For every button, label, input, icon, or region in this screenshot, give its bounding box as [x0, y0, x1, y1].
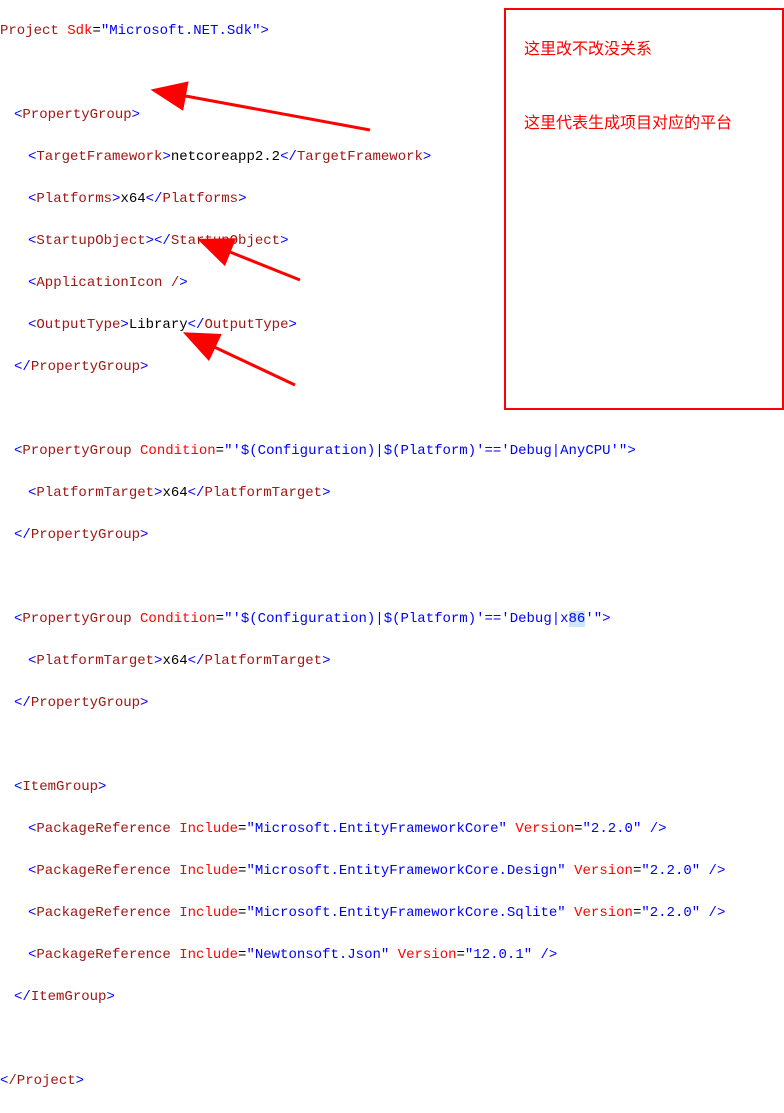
- code-line: <PlatformTarget>x64</PlatformTarget>: [0, 483, 784, 504]
- code-line: </PropertyGroup>: [0, 693, 784, 714]
- annotation-box: 这里改不改没关系 这里代表生成项目对应的平台: [504, 8, 784, 410]
- code-line: <PackageReference Include="Microsoft.Ent…: [0, 819, 784, 840]
- code-line: <PropertyGroup Condition="'$(Configurati…: [0, 441, 784, 462]
- code-line: <PlatformTarget>x64</PlatformTarget>: [0, 651, 784, 672]
- code-line: <PackageReference Include="Newtonsoft.Js…: [0, 945, 784, 966]
- code-line: </PropertyGroup>: [0, 525, 784, 546]
- annotation-text: 这里改不改没关系: [524, 38, 772, 62]
- code-line: <PropertyGroup Condition="'$(Configurati…: [0, 609, 784, 630]
- code-line: <ItemGroup>: [0, 777, 784, 798]
- code-line: </Project>: [0, 1071, 784, 1092]
- code-line: <PackageReference Include="Microsoft.Ent…: [0, 903, 784, 924]
- code-line: <PackageReference Include="Microsoft.Ent…: [0, 861, 784, 882]
- annotation-text: 这里代表生成项目对应的平台: [524, 112, 772, 136]
- text-selection: 86: [569, 611, 586, 627]
- code-line: </ItemGroup>: [0, 987, 784, 1008]
